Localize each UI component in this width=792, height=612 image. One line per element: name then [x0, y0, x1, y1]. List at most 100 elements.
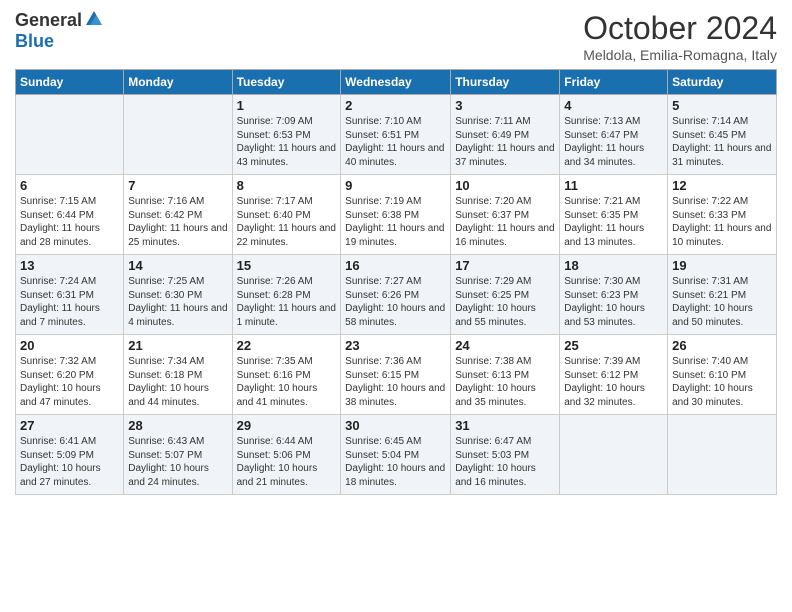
day-info: Sunrise: 7:17 AM Sunset: 6:40 PM Dayligh…	[237, 195, 337, 249]
day-number: 21	[128, 338, 227, 353]
day-cell: 9Sunrise: 7:19 AM Sunset: 6:38 PM Daylig…	[341, 175, 451, 255]
day-info: Sunrise: 7:19 AM Sunset: 6:38 PM Dayligh…	[345, 195, 446, 249]
day-cell: 31Sunrise: 6:47 AM Sunset: 5:03 PM Dayli…	[451, 415, 560, 495]
day-cell: 7Sunrise: 7:16 AM Sunset: 6:42 PM Daylig…	[124, 175, 232, 255]
day-number: 3	[455, 98, 555, 113]
week-row-3: 13Sunrise: 7:24 AM Sunset: 6:31 PM Dayli…	[16, 255, 777, 335]
day-number: 22	[237, 338, 337, 353]
day-number: 20	[20, 338, 119, 353]
day-info: Sunrise: 7:20 AM Sunset: 6:37 PM Dayligh…	[455, 195, 555, 249]
day-cell: 1Sunrise: 7:09 AM Sunset: 6:53 PM Daylig…	[232, 95, 341, 175]
day-cell	[560, 415, 668, 495]
day-info: Sunrise: 7:14 AM Sunset: 6:45 PM Dayligh…	[672, 115, 772, 169]
day-number: 15	[237, 258, 337, 273]
day-cell: 19 Sunrise: 7:31 AM Sunset: 6:21 PM Dayli…	[668, 255, 777, 335]
day-info: Sunrise: 7:13 AM Sunset: 6:47 PM Dayligh…	[564, 115, 663, 169]
day-info: Sunrise: 6:45 AM Sunset: 5:04 PM Dayligh…	[345, 435, 446, 489]
day-number: 30	[345, 418, 446, 433]
day-number: 17	[455, 258, 555, 273]
day-info: Sunrise: 7:30 AM Sunset: 6:23 PM Dayligh…	[564, 275, 663, 329]
day-info: Sunrise: 7:15 AM Sunset: 6:44 PM Dayligh…	[20, 195, 119, 249]
day-info: Sunrise: 7:35 AM Sunset: 6:16 PM Dayligh…	[237, 355, 337, 409]
col-wednesday: Wednesday	[341, 70, 451, 95]
day-cell: 20 Sunrise: 7:32 AM Sunset: 6:20 PM Dayli…	[16, 335, 124, 415]
col-tuesday: Tuesday	[232, 70, 341, 95]
day-cell: 24 Sunrise: 7:38 AM Sunset: 6:13 PM Dayli…	[451, 335, 560, 415]
logo-general: General	[15, 10, 82, 31]
title-section: October 2024 Meldola, Emilia-Romagna, It…	[583, 10, 777, 63]
day-cell: 27 Sunrise: 6:41 AM Sunset: 5:09 PM Dayli…	[16, 415, 124, 495]
day-cell	[668, 415, 777, 495]
day-cell: 21 Sunrise: 7:34 AM Sunset: 6:18 PM Dayli…	[124, 335, 232, 415]
day-cell: 3 Sunrise: 7:11 AM Sunset: 6:49 PM Daylig…	[451, 95, 560, 175]
day-number: 13	[20, 258, 119, 273]
day-info: Sunrise: 6:43 AM Sunset: 5:07 PM Dayligh…	[128, 435, 227, 489]
week-row-1: 1Sunrise: 7:09 AM Sunset: 6:53 PM Daylig…	[16, 95, 777, 175]
day-number: 12	[672, 178, 772, 193]
logo-icon	[84, 9, 104, 29]
header: General Blue October 2024 Meldola, Emili…	[15, 10, 777, 63]
day-number: 28	[128, 418, 227, 433]
day-cell: 23 Sunrise: 7:36 AM Sunset: 6:15 PM Dayli…	[341, 335, 451, 415]
day-number: 11	[564, 178, 663, 193]
day-number: 25	[564, 338, 663, 353]
day-number: 10	[455, 178, 555, 193]
day-number: 8	[237, 178, 337, 193]
day-info: Sunrise: 7:39 AM Sunset: 6:12 PM Dayligh…	[564, 355, 663, 409]
day-number: 16	[345, 258, 446, 273]
day-info: Sunrise: 7:11 AM Sunset: 6:49 PM Dayligh…	[455, 115, 555, 169]
day-info: Sunrise: 6:47 AM Sunset: 5:03 PM Dayligh…	[455, 435, 555, 489]
day-info: Sunrise: 7:27 AM Sunset: 6:26 PM Dayligh…	[345, 275, 446, 329]
day-number: 29	[237, 418, 337, 433]
day-info: Sunrise: 7:34 AM Sunset: 6:18 PM Dayligh…	[128, 355, 227, 409]
col-monday: Monday	[124, 70, 232, 95]
day-number: 2	[345, 98, 446, 113]
logo-blue: Blue	[15, 31, 54, 52]
day-cell	[16, 95, 124, 175]
day-info: Sunrise: 7:32 AM Sunset: 6:20 PM Dayligh…	[20, 355, 119, 409]
day-number: 27	[20, 418, 119, 433]
day-cell: 13Sunrise: 7:24 AM Sunset: 6:31 PM Dayli…	[16, 255, 124, 335]
col-thursday: Thursday	[451, 70, 560, 95]
day-cell: 29 Sunrise: 6:44 AM Sunset: 5:06 PM Dayli…	[232, 415, 341, 495]
day-number: 24	[455, 338, 555, 353]
day-cell: 8 Sunrise: 7:17 AM Sunset: 6:40 PM Daylig…	[232, 175, 341, 255]
day-cell: 14Sunrise: 7:25 AM Sunset: 6:30 PM Dayli…	[124, 255, 232, 335]
day-cell: 15 Sunrise: 7:26 AM Sunset: 6:28 PM Dayli…	[232, 255, 341, 335]
day-number: 26	[672, 338, 772, 353]
day-number: 5	[672, 98, 772, 113]
month-title: October 2024	[583, 10, 777, 47]
day-info: Sunrise: 7:38 AM Sunset: 6:13 PM Dayligh…	[455, 355, 555, 409]
day-number: 6	[20, 178, 119, 193]
calendar-header: Sunday Monday Tuesday Wednesday Thursday…	[16, 70, 777, 95]
day-number: 1	[237, 98, 337, 113]
day-cell: 5 Sunrise: 7:14 AM Sunset: 6:45 PM Daylig…	[668, 95, 777, 175]
day-cell: 16 Sunrise: 7:27 AM Sunset: 6:26 PM Dayli…	[341, 255, 451, 335]
location: Meldola, Emilia-Romagna, Italy	[583, 47, 777, 63]
day-number: 14	[128, 258, 227, 273]
day-info: Sunrise: 7:26 AM Sunset: 6:28 PM Dayligh…	[237, 275, 337, 329]
day-info: Sunrise: 7:36 AM Sunset: 6:15 PM Dayligh…	[345, 355, 446, 409]
day-cell: 12 Sunrise: 7:22 AM Sunset: 6:33 PM Dayli…	[668, 175, 777, 255]
calendar-body: 1Sunrise: 7:09 AM Sunset: 6:53 PM Daylig…	[16, 95, 777, 495]
day-number: 19	[672, 258, 772, 273]
day-cell: 25 Sunrise: 7:39 AM Sunset: 6:12 PM Dayli…	[560, 335, 668, 415]
day-cell: 22 Sunrise: 7:35 AM Sunset: 6:16 PM Dayli…	[232, 335, 341, 415]
page: General Blue October 2024 Meldola, Emili…	[0, 0, 792, 612]
day-cell: 2Sunrise: 7:10 AM Sunset: 6:51 PM Daylig…	[341, 95, 451, 175]
day-cell: 26 Sunrise: 7:40 AM Sunset: 6:10 PM Dayli…	[668, 335, 777, 415]
day-cell: 28 Sunrise: 6:43 AM Sunset: 5:07 PM Dayli…	[124, 415, 232, 495]
logo: General Blue	[15, 10, 104, 52]
day-info: Sunrise: 7:31 AM Sunset: 6:21 PM Dayligh…	[672, 275, 772, 329]
week-row-4: 20 Sunrise: 7:32 AM Sunset: 6:20 PM Dayli…	[16, 335, 777, 415]
day-cell: 11Sunrise: 7:21 AM Sunset: 6:35 PM Dayli…	[560, 175, 668, 255]
day-info: Sunrise: 7:40 AM Sunset: 6:10 PM Dayligh…	[672, 355, 772, 409]
day-number: 7	[128, 178, 227, 193]
day-info: Sunrise: 6:41 AM Sunset: 5:09 PM Dayligh…	[20, 435, 119, 489]
day-cell	[124, 95, 232, 175]
col-saturday: Saturday	[668, 70, 777, 95]
day-info: Sunrise: 6:44 AM Sunset: 5:06 PM Dayligh…	[237, 435, 337, 489]
day-info: Sunrise: 7:22 AM Sunset: 6:33 PM Dayligh…	[672, 195, 772, 249]
day-number: 23	[345, 338, 446, 353]
day-cell: 30 Sunrise: 6:45 AM Sunset: 5:04 PM Dayli…	[341, 415, 451, 495]
